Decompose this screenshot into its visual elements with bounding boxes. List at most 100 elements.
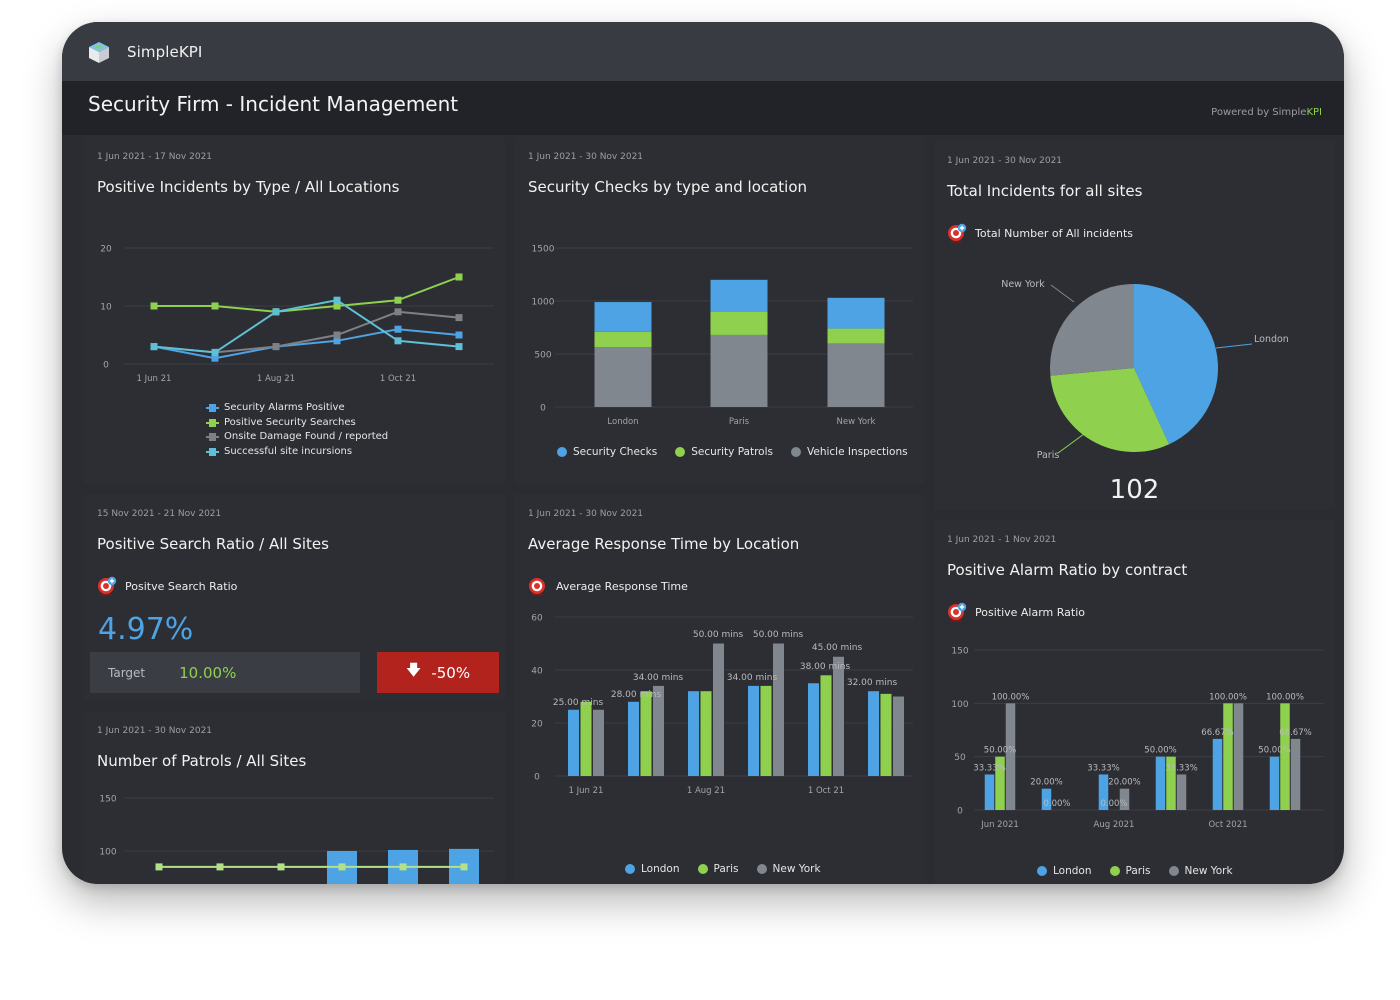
legend-item[interactable]: Onsite Damage Found / reported (206, 430, 388, 445)
y-tick-label: 0 (534, 773, 540, 783)
top-bar: SimpleKPI (62, 22, 1344, 81)
dashboard-window: SimpleKPI Security Firm - Incident Manag… (62, 22, 1344, 884)
panel-alarm-ratio[interactable]: 1 Jun 2021 - 1 Nov 2021 Positive Alarm R… (934, 520, 1335, 884)
kpi-label[interactable]: Positive Alarm Ratio (947, 602, 1085, 622)
kpi-label[interactable]: Average Response Time (528, 576, 688, 596)
alarm-ratio-chart[interactable]: 0 50 100 150 Jun 2021 Aug 2021 Oct 2021 33.33% 5… (934, 635, 1335, 835)
legend-marker (206, 433, 219, 442)
data-label: 100.00% (992, 692, 1030, 702)
bar-segment (594, 302, 652, 332)
x-tick-label: New York (837, 417, 876, 427)
data-point (394, 325, 402, 333)
bar (1155, 756, 1166, 810)
patrols-chart[interactable]: 100 150 (84, 786, 505, 884)
legend-label: London (641, 863, 680, 875)
x-tick-label: 1 Jun 21 (569, 786, 604, 796)
response-time-chart[interactable]: 0 20 40 60 1 Jun 21 1 Aug 21 1 Oct 21 25.00 min… (515, 609, 924, 809)
y-tick-label: 40 (531, 667, 543, 677)
kpi-label[interactable]: Positve Search Ratio (97, 576, 237, 596)
panel-total-incidents[interactable]: 1 Jun 2021 - 30 Nov 2021 Total Incidents… (934, 141, 1335, 510)
panel-response-time[interactable]: 1 Jun 2021 - 30 Nov 2021 Average Respons… (515, 494, 924, 882)
bar-segment (827, 297, 885, 329)
legend-item[interactable]: Vehicle Inspections (791, 446, 908, 458)
legend-item[interactable]: Paris (697, 863, 739, 875)
x-tick-label: 1 Oct 21 (808, 786, 844, 796)
data-label: 100.00% (1209, 692, 1247, 702)
data-label: 20.00% (1108, 778, 1140, 788)
panel-incidents-by-type[interactable]: 1 Jun 2021 - 17 Nov 2021 Positive Incide… (84, 137, 505, 483)
pie-label: New York (1001, 279, 1045, 290)
brand-name[interactable]: SimpleKPI (127, 43, 202, 61)
bar (1269, 756, 1280, 810)
page-title: Security Firm - Incident Management (88, 92, 459, 116)
pie-slice (1050, 284, 1134, 376)
pie-chart[interactable]: London Paris New York (934, 256, 1335, 476)
x-tick-label: 1 Oct 21 (380, 374, 416, 384)
legend-item[interactable]: New York (1168, 865, 1233, 877)
data-label: 38.00 mins (800, 662, 851, 672)
data-point (455, 343, 463, 351)
data-point (455, 331, 463, 339)
data-point (333, 331, 341, 339)
legend-item[interactable]: New York (756, 863, 821, 875)
chart-legend: Security Checks Security Patrols Vehicle I… (557, 446, 908, 458)
page-header: Security Firm - Incident Management Powe… (62, 81, 1344, 135)
data-point (338, 863, 346, 871)
bar (568, 709, 579, 776)
y-tick-label: 20 (100, 245, 112, 255)
legend-label: Vehicle Inspections (807, 446, 908, 458)
bar-segment (594, 331, 652, 348)
bar (1280, 703, 1290, 810)
kpi-label[interactable]: Total Number of All incidents (947, 223, 1133, 243)
data-point (272, 343, 280, 351)
bar (808, 683, 819, 776)
kpi-value: 4.97% (98, 612, 194, 647)
bar (833, 656, 844, 776)
bar-segment (594, 347, 652, 407)
panel-title: Positive Incidents by Type / All Locatio… (97, 178, 400, 196)
bar (760, 685, 772, 776)
legend-item[interactable]: Successful site incursions (206, 445, 388, 460)
legend-item[interactable]: Security Checks (557, 446, 657, 458)
panel-security-checks[interactable]: 1 Jun 2021 - 30 Nov 2021 Security Checks… (515, 137, 924, 483)
target-box: Target 10.00% (90, 652, 360, 693)
legend-item[interactable]: Security Patrols (675, 446, 773, 458)
bar (1290, 738, 1301, 810)
data-label: 50.00 mins (693, 630, 744, 640)
bar (748, 685, 759, 776)
data-label: 66.67% (1279, 728, 1311, 738)
legend-item[interactable]: London (1037, 865, 1092, 877)
bar (713, 643, 724, 776)
pie-connector (1050, 284, 1075, 303)
target-value: 10.00% (179, 663, 237, 682)
legend-item[interactable]: Paris (1109, 865, 1151, 877)
y-tick-label: 1500 (532, 245, 555, 255)
data-point (211, 302, 219, 310)
x-tick-label: Paris (729, 417, 750, 427)
y-tick-label: 50 (954, 753, 966, 763)
total-value: 102 (1109, 475, 1160, 505)
powered-by-prefix: Powered by Simple (1211, 107, 1307, 118)
legend-item[interactable]: London (625, 863, 680, 875)
legend-item[interactable]: Positive Security Searches (206, 416, 388, 431)
data-label: 0.00% (1043, 799, 1070, 809)
legend-dot (697, 864, 708, 874)
chart-legend: London Paris New York (625, 863, 821, 875)
panel-search-ratio[interactable]: 15 Nov 2021 - 21 Nov 2021 Positive Searc… (84, 494, 505, 701)
kpi-label-text: Positive Alarm Ratio (975, 605, 1086, 619)
data-point (277, 863, 285, 871)
date-range: 1 Jun 2021 - 17 Nov 2021 (97, 152, 213, 162)
legend-label: Security Checks (573, 446, 658, 458)
date-range: 1 Jun 2021 - 30 Nov 2021 (528, 509, 644, 519)
panel-patrols[interactable]: 1 Jun 2021 - 30 Nov 2021 Number of Patro… (84, 711, 505, 884)
data-label: 66.67% (1201, 728, 1233, 738)
bar (593, 709, 604, 776)
stacked-bar-chart[interactable]: 0 500 1000 1500 London Paris New York (515, 212, 924, 432)
delta-value: -50% (431, 663, 471, 682)
bar (700, 691, 712, 776)
bar (1005, 703, 1016, 810)
legend-item[interactable]: Security Alarms Positive (206, 401, 388, 416)
bar (688, 691, 699, 776)
powered-by-link[interactable]: Powered by SimpleKPI (1211, 107, 1322, 118)
simplekpi-logo-icon[interactable] (87, 40, 111, 64)
